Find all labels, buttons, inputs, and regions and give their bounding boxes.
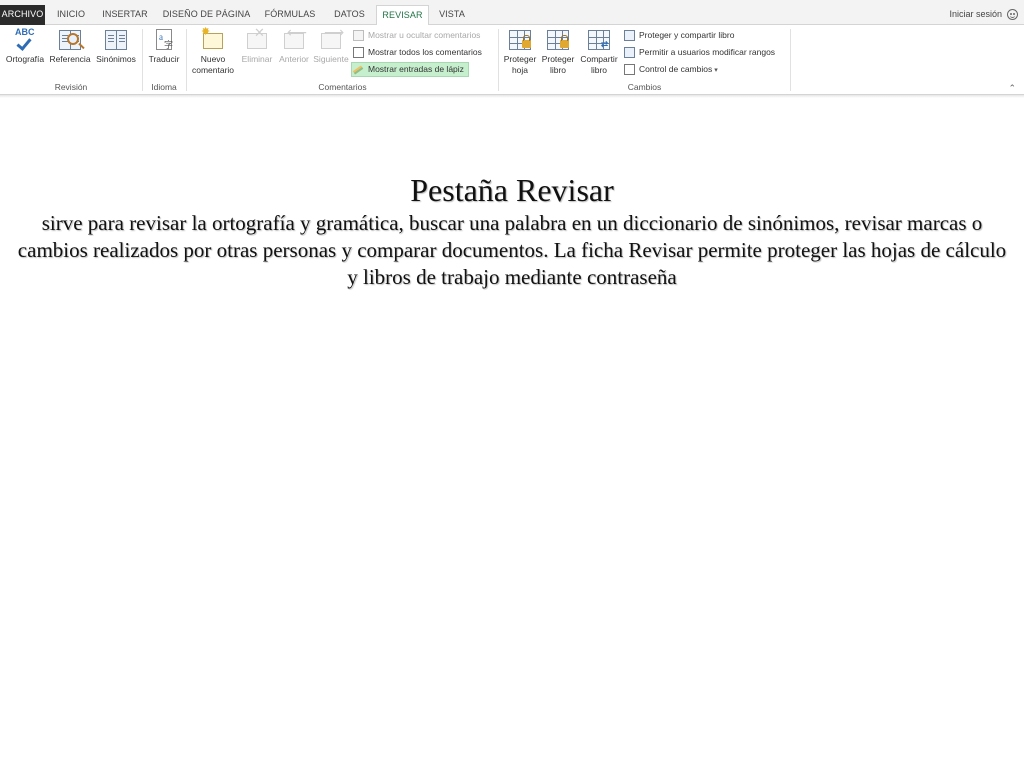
previous-arrow-icon: ⟵ <box>281 25 307 53</box>
slide-title: Pestaña Revisar <box>410 172 614 208</box>
show-ink-button[interactable]: Mostrar entradas de lápiz <box>351 62 469 77</box>
tab-datos[interactable]: DATOS <box>327 5 372 25</box>
protect-share-label: Proteger y compartir libro <box>639 30 735 40</box>
translate-label: Traducir <box>148 54 180 64</box>
share-workbook-button[interactable]: ⇄ Compartir libro <box>577 27 621 76</box>
protect-book-label-2: libro <box>549 65 567 75</box>
thesaurus-book-icon <box>103 27 129 53</box>
smiley-icon[interactable] <box>1007 9 1018 20</box>
group-label-cambios: Cambios <box>627 82 662 92</box>
new-comment-icon: ✸ <box>200 27 226 53</box>
group-label-comentarios: Comentarios <box>318 82 367 92</box>
translate-icon: a字 <box>151 27 177 53</box>
protect-share-workbook-button[interactable]: Proteger y compartir libro <box>623 28 734 43</box>
new-comment-label-2: comentario <box>191 65 235 75</box>
track-changes-button[interactable]: Control de cambios ▾ <box>623 62 718 77</box>
show-hide-comments-button[interactable]: Mostrar u ocultar comentarios <box>352 28 480 43</box>
new-comment-label-1: Nuevo <box>200 54 226 64</box>
protect-workbook-button[interactable]: Proteger libro <box>539 27 577 76</box>
next-label: Siguiente <box>313 54 349 64</box>
translate-button[interactable]: a字 Traducir <box>145 27 183 65</box>
protect-sheet-label-2: hoja <box>511 65 529 75</box>
delete-label: Eliminar <box>241 54 273 64</box>
previous-label: Anterior <box>279 54 309 64</box>
delete-comment-icon: ✕ <box>244 26 270 53</box>
protect-sheet-label-1: Proteger <box>503 54 537 64</box>
next-comment-button[interactable]: ⟶ Siguiente <box>312 25 350 65</box>
tab-archivo[interactable]: ARCHIVO <box>0 5 45 25</box>
ribbon-tab-bar: ARCHIVO INICIO INSERTAR DISEÑO DE PÁGINA… <box>0 0 1024 26</box>
collapse-ribbon-icon[interactable]: ⌃ <box>1008 83 1016 94</box>
ribbon-revisar: ABC Ortografía Referencia Sinónimos Revi… <box>0 25 1024 95</box>
spell-check-icon: ABC <box>12 27 38 53</box>
tab-formulas[interactable]: FÓRMULAS <box>260 5 320 25</box>
dropdown-caret-icon: ▾ <box>714 67 718 74</box>
show-all-label: Mostrar todos los comentarios <box>368 47 482 57</box>
share-book-label-2: libro <box>590 65 608 75</box>
spelling-label: Ortografía <box>5 54 45 64</box>
share-workbook-icon: ⇄ <box>586 27 612 53</box>
tab-inicio[interactable]: INICIO <box>50 5 92 25</box>
protect-sheet-button[interactable]: Proteger hoja <box>501 27 539 76</box>
next-arrow-icon: ⟶ <box>318 25 344 53</box>
group-separator <box>790 29 791 91</box>
group-label-idioma: Idioma <box>151 82 177 92</box>
share-book-label-1: Compartir <box>580 54 618 64</box>
thesaurus-label: Sinónimos <box>96 54 136 64</box>
research-button[interactable]: Referencia <box>48 27 92 65</box>
protect-workbook-icon <box>545 27 571 53</box>
tab-diseno-de-pagina[interactable]: DISEÑO DE PÁGINA <box>160 5 253 25</box>
signin-link[interactable]: Iniciar sesión <box>949 9 1002 19</box>
tab-vista[interactable]: VISTA <box>433 5 471 25</box>
ribbon-shadow <box>0 95 1024 98</box>
protect-sheet-icon <box>507 27 533 53</box>
research-label: Referencia <box>49 54 91 64</box>
group-label-revision: Revisión <box>54 82 88 92</box>
allow-users-icon <box>624 47 635 58</box>
tab-insertar[interactable]: INSERTAR <box>97 5 153 25</box>
thesaurus-button[interactable]: Sinónimos <box>93 27 139 65</box>
protect-share-icon <box>624 30 635 41</box>
protect-book-label-1: Proteger <box>541 54 575 64</box>
show-ink-label: Mostrar entradas de lápiz <box>368 64 464 74</box>
allow-users-label: Permitir a usuarios modificar rangos <box>639 47 776 57</box>
comments-icon <box>353 47 364 58</box>
delete-comment-button[interactable]: ✕ Eliminar <box>238 26 276 65</box>
spelling-button[interactable]: ABC Ortografía <box>3 27 47 65</box>
slide-description: sirve para revisar la ortografía y gramá… <box>17 211 1007 289</box>
new-comment-button[interactable]: ✸ Nuevo comentario <box>189 27 237 76</box>
comment-icon <box>353 30 364 41</box>
track-changes-label: Control de cambios <box>639 64 713 74</box>
show-hide-label: Mostrar u ocultar comentarios <box>368 30 481 40</box>
allow-users-edit-ranges-button[interactable]: Permitir a usuarios modificar rangos <box>623 45 775 60</box>
previous-comment-button[interactable]: ⟵ Anterior <box>276 25 312 65</box>
pen-icon <box>352 65 364 75</box>
track-changes-icon <box>624 64 635 75</box>
show-all-comments-button[interactable]: Mostrar todos los comentarios <box>352 45 482 60</box>
research-icon <box>57 27 83 53</box>
tab-revisar[interactable]: REVISAR <box>376 5 429 26</box>
